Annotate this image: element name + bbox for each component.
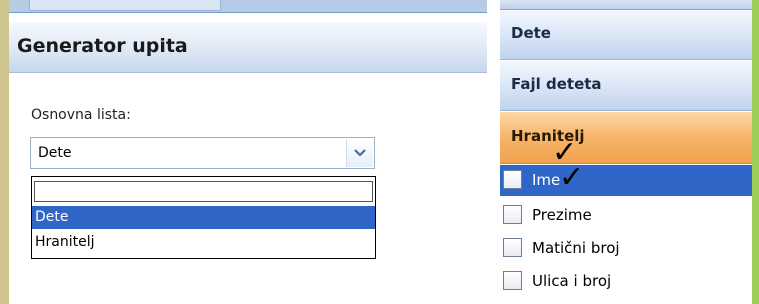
category-label: Dete	[511, 24, 551, 42]
top-tab[interactable]	[29, 0, 221, 11]
field-row-ime[interactable]: Ime	[500, 165, 752, 196]
field-row-maticni-broj[interactable]: Matični broj	[500, 233, 752, 264]
right-frame-border	[752, 0, 759, 304]
base-list-dropdown: Dete Hranitelj	[31, 176, 376, 259]
base-list-selected-value: Dete	[38, 145, 72, 161]
field-checkbox[interactable]	[503, 238, 522, 257]
dropdown-button[interactable]	[346, 139, 373, 167]
chevron-down-icon	[354, 149, 366, 157]
dropdown-option-dete[interactable]: Dete	[32, 206, 375, 229]
query-generator-header: Generator upita	[9, 22, 487, 73]
field-row-ulica-i-broj[interactable]: Ulica i broj	[500, 266, 752, 297]
left-frame-border	[0, 0, 9, 304]
field-row-prezime[interactable]: Prezime	[500, 200, 752, 231]
field-checkbox[interactable]	[503, 271, 522, 290]
category-strip-top	[500, 0, 752, 10]
dropdown-option-hranitelj[interactable]: Hranitelj	[32, 231, 375, 254]
base-list-label: Osnovna lista:	[31, 107, 131, 123]
category-dete[interactable]: Dete	[500, 10, 752, 60]
category-label: Fajl deteta	[511, 75, 602, 93]
field-label: Matični broj	[532, 239, 620, 257]
category-hranitelj[interactable]: Hranitelj	[500, 112, 752, 164]
field-checkbox[interactable]	[503, 170, 522, 189]
field-label: Ime	[532, 171, 561, 189]
checkmark-icon: ✓	[559, 160, 585, 195]
field-label: Prezime	[532, 206, 592, 224]
field-label: Ulica i broj	[532, 272, 612, 290]
dropdown-option-empty[interactable]	[34, 181, 373, 202]
page-title: Generator upita	[17, 35, 188, 57]
category-fajl-deteta[interactable]: Fajl deteta	[500, 61, 752, 111]
base-list-select[interactable]: Dete	[30, 137, 375, 169]
top-toolbar-strip	[9, 0, 487, 13]
field-checkbox[interactable]	[503, 205, 522, 224]
